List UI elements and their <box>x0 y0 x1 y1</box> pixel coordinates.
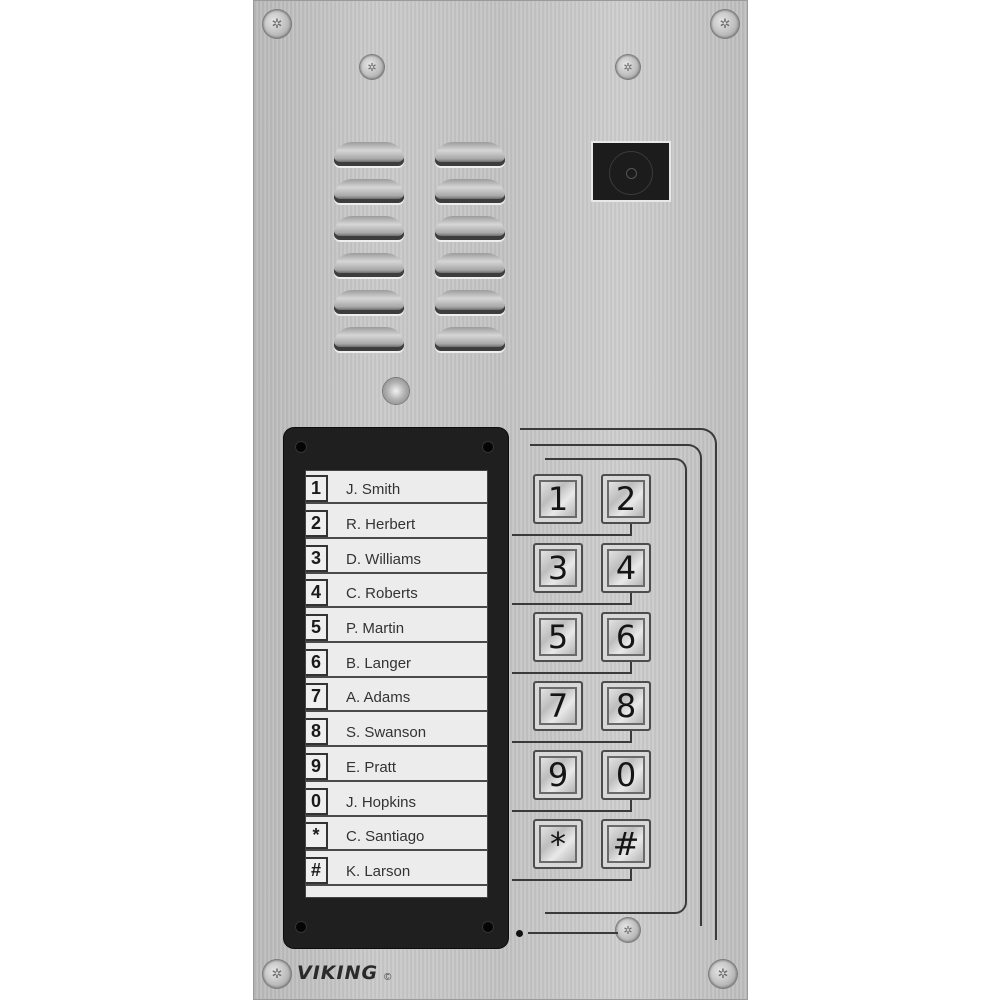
grille-slot <box>334 290 404 314</box>
directory-name: E. Pratt <box>346 759 397 776</box>
grille-slot <box>334 142 404 166</box>
directory-name: K. Larson <box>346 863 411 880</box>
keypad-key-7[interactable]: 7 <box>533 681 583 731</box>
directory-entry: 3 D. Williams <box>306 541 487 574</box>
directory-key: * <box>306 822 328 849</box>
directory-entry: 1 J. Smith <box>306 471 487 504</box>
keypad-key-5[interactable]: 5 <box>533 612 583 662</box>
directory-key: 8 <box>306 718 328 745</box>
directory-entry: # K. Larson <box>306 853 487 886</box>
directory-name: D. Williams <box>346 551 421 568</box>
brand-logo: VIKING <box>297 962 379 984</box>
directory-entry: 9 E. Pratt <box>306 749 487 782</box>
screw-icon <box>483 442 493 452</box>
keypad-key-6[interactable]: 6 <box>601 612 651 662</box>
screw-icon: ✲ <box>616 55 640 79</box>
grille-slot <box>435 327 505 351</box>
circuit-trace <box>512 662 632 674</box>
directory-name: C. Roberts <box>346 585 418 602</box>
screw-icon: ✲ <box>263 10 291 38</box>
keypad-key-0[interactable]: 0 <box>601 750 651 800</box>
grille-slot <box>435 253 505 277</box>
directory-name: P. Martin <box>346 620 405 637</box>
directory-entry: 0 J. Hopkins <box>306 784 487 817</box>
grille-slot <box>334 216 404 240</box>
directory-key: 0 <box>306 788 328 815</box>
grille-slot <box>435 216 505 240</box>
directory-key: 2 <box>306 510 328 537</box>
directory-name: R. Herbert <box>346 516 416 533</box>
directory-entry: 8 S. Swanson <box>306 714 487 747</box>
circuit-trace <box>512 731 632 743</box>
circuit-trace <box>512 869 632 881</box>
directory-entry: 2 R. Herbert <box>306 506 487 539</box>
grille-slot <box>435 179 505 203</box>
keypad-key-hash[interactable]: # <box>601 819 651 869</box>
circuit-trace <box>512 524 632 536</box>
screw-icon: ✲ <box>360 55 384 79</box>
circuit-trace <box>512 593 632 605</box>
camera-window <box>591 141 671 202</box>
directory-name: B. Langer <box>346 655 412 672</box>
circuit-trace <box>528 932 618 936</box>
directory-name: A. Adams <box>346 689 411 706</box>
grille-slot <box>334 327 404 351</box>
keypad-key-4[interactable]: 4 <box>601 543 651 593</box>
directory-key: 4 <box>306 579 328 606</box>
circuit-trace <box>512 800 632 812</box>
directory-key: 3 <box>306 545 328 572</box>
screw-icon <box>296 442 306 452</box>
keypad-key-2[interactable]: 2 <box>601 474 651 524</box>
directory-entry: * C. Santiago <box>306 818 487 851</box>
directory-entry: 4 C. Roberts <box>306 575 487 608</box>
copyright-mark: © <box>384 972 392 983</box>
directory-key: 6 <box>306 649 328 676</box>
screw-icon <box>296 922 306 932</box>
directory-name: J. Hopkins <box>346 794 417 811</box>
directory-key: 5 <box>306 614 328 641</box>
directory-card: 1 J. Smith 2 R. Herbert 3 D. Williams 4 … <box>305 470 488 898</box>
keypad-key-3[interactable]: 3 <box>533 543 583 593</box>
directory-entry: 6 B. Langer <box>306 645 487 678</box>
screw-icon: ✲ <box>709 960 737 988</box>
camera-lens-icon <box>609 151 653 195</box>
directory-key: # <box>306 857 328 884</box>
keypad-key-star[interactable]: * <box>533 819 583 869</box>
keypad-key-1[interactable]: 1 <box>533 474 583 524</box>
directory-name: J. Smith <box>346 481 401 498</box>
grille-slot <box>334 179 404 203</box>
grille-slot <box>435 142 505 166</box>
screw-icon: ✲ <box>711 10 739 38</box>
screw-icon <box>483 922 493 932</box>
microphone-icon <box>383 378 409 404</box>
directory-name: C. Santiago <box>346 828 425 845</box>
grille-slot <box>435 290 505 314</box>
keypad-key-8[interactable]: 8 <box>601 681 651 731</box>
directory-entry: 5 P. Martin <box>306 610 487 643</box>
grille-slot <box>334 253 404 277</box>
directory-key: 1 <box>306 475 328 502</box>
directory-key: 9 <box>306 753 328 780</box>
indicator-dot <box>516 930 523 937</box>
directory-key: 7 <box>306 683 328 710</box>
screw-icon: ✲ <box>263 960 291 988</box>
directory-name: S. Swanson <box>346 724 427 741</box>
directory-entry: 7 A. Adams <box>306 679 487 712</box>
keypad-key-9[interactable]: 9 <box>533 750 583 800</box>
